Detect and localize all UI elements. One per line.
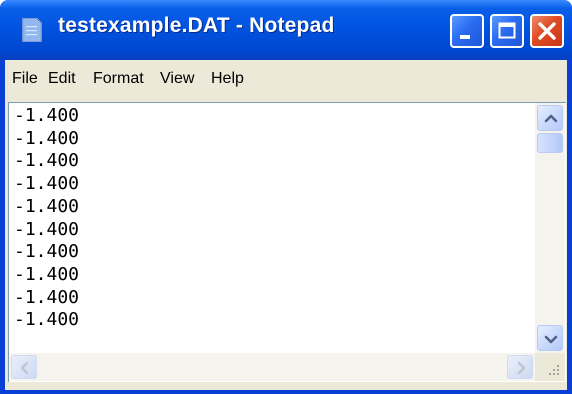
text-editor[interactable]: -1.400 -1.400 -1.400 -1.400 -1.400 -1.40… — [8, 102, 566, 382]
resize-grip-icon — [535, 365, 565, 385]
maximize-button[interactable] — [490, 14, 524, 48]
window-title: testexample.DAT - Notepad — [58, 14, 335, 37]
horizontal-scrollbar[interactable] — [9, 353, 535, 381]
scroll-down-button[interactable] — [537, 325, 563, 351]
scroll-up-button[interactable] — [537, 105, 563, 131]
scroll-left-button[interactable] — [11, 355, 37, 379]
minimize-button[interactable] — [450, 14, 484, 48]
editor-text[interactable]: -1.400 -1.400 -1.400 -1.400 -1.400 -1.40… — [14, 105, 532, 343]
title-bar[interactable]: testexample.DAT - Notepad — [0, 0, 572, 60]
window-client: File Edit Format View Help -1.400 -1.400… — [5, 60, 567, 390]
menu-view[interactable]: View — [160, 70, 194, 88]
notepad-icon — [20, 17, 44, 43]
menu-help[interactable]: Help — [211, 70, 244, 88]
scroll-right-button[interactable] — [507, 355, 533, 379]
menu-format[interactable]: Format — [93, 70, 144, 88]
notepad-window: testexample.DAT - Notepad File Edit Form… — [0, 0, 572, 394]
scroll-thumb[interactable] — [537, 133, 563, 153]
vertical-scrollbar[interactable] — [535, 103, 565, 353]
menu-edit[interactable]: Edit — [48, 70, 76, 88]
menu-bar: File Edit Format View Help — [5, 60, 567, 100]
menu-file[interactable]: File — [12, 70, 38, 88]
close-button[interactable] — [530, 14, 564, 48]
resize-grip[interactable] — [535, 353, 565, 381]
